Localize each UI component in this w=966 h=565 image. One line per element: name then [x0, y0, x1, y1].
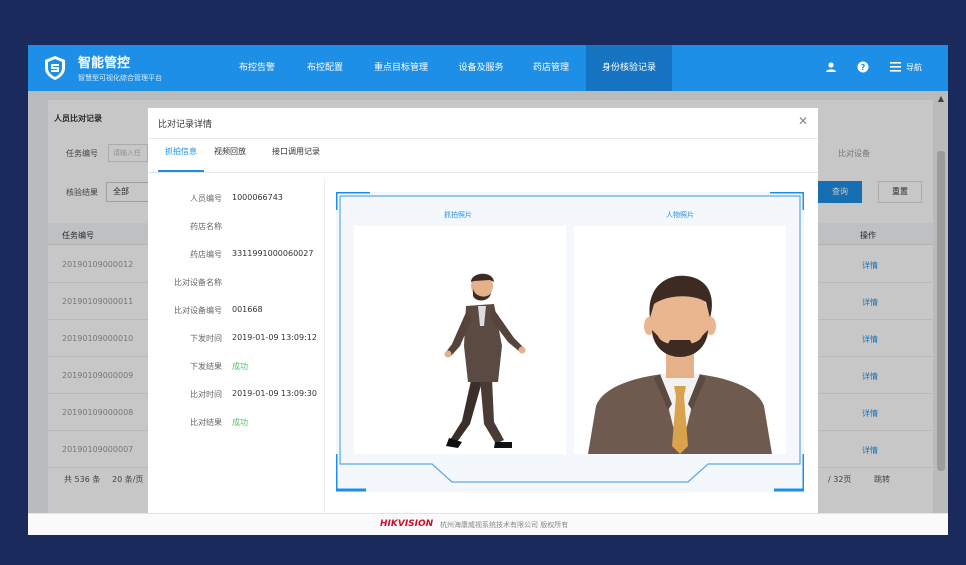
nav-item-alarm[interactable]: 布控告警: [226, 45, 288, 91]
modal-divider: [148, 138, 818, 139]
compare-time-value: 2019-01-09 13:09:30: [232, 389, 317, 398]
issue-time-value: 2019-01-09 13:09:12: [232, 333, 317, 342]
person-photo-caption: 人物照片: [666, 211, 694, 219]
record-detail-modal: 比对记录详情 ✕ 抓拍信息 视频回放 接口调用记录 人员编号 100006674…: [148, 108, 818, 513]
field-label: 比对设备名称: [174, 278, 222, 287]
field-label: 下发时间: [190, 334, 222, 343]
nav-item-target-management[interactable]: 重点目标管理: [360, 45, 442, 91]
person-id-value: 1000066743: [232, 193, 283, 202]
nav-item-identity-records[interactable]: 身份核验记录: [586, 45, 672, 91]
close-icon[interactable]: ✕: [798, 114, 808, 128]
footer-copyright: 杭州海康威视系统技术有限公司 版权所有: [440, 521, 569, 529]
compare-result-value: 成功: [232, 418, 248, 427]
pharmacy-id-value: 3311991000060027: [232, 249, 314, 258]
device-id-value: 001668: [232, 305, 263, 314]
field-label: 药店编号: [190, 250, 222, 259]
app-subtitle: 智慧型可视化综合管理平台: [78, 74, 162, 82]
footer-brand-logo: HIKVISION: [380, 519, 434, 529]
shield-logo-icon: [45, 56, 65, 80]
field-label: 药店名称: [190, 222, 222, 231]
field-label: 比对时间: [190, 390, 222, 399]
app-window: 智能管控 智慧型可视化综合管理平台 布控告警 布控配置 重点目标管理 设备及服务…: [28, 45, 948, 535]
app-title: 智能管控: [78, 56, 131, 71]
photo-comparison-frame: 抓拍照片 人物照片: [336, 192, 804, 492]
portrait-man-image: [574, 226, 786, 454]
capture-photo-caption: 抓拍照片: [444, 211, 472, 219]
footer: HIKVISION 杭州海康威视系统技术有限公司 版权所有: [28, 513, 948, 535]
svg-text:?: ?: [861, 63, 866, 72]
tab-capture-info[interactable]: 抓拍信息: [158, 146, 204, 172]
top-nav-bar: 智能管控 智慧型可视化综合管理平台 布控告警 布控配置 重点目标管理 设备及服务…: [28, 45, 948, 91]
tab-api-log[interactable]: 接口调用记录: [272, 146, 320, 172]
modal-title: 比对记录详情: [158, 120, 213, 130]
issue-result-value: 成功: [232, 362, 248, 371]
nav-item-devices-services[interactable]: 设备及服务: [446, 45, 516, 91]
user-icon[interactable]: [825, 61, 837, 73]
tab-video-playback[interactable]: 视频回放: [214, 146, 246, 172]
walking-man-image: [354, 226, 566, 454]
info-divider: [324, 178, 325, 513]
tab-divider: [148, 172, 818, 173]
field-label: 下发结果: [190, 362, 222, 371]
menu-icon[interactable]: [890, 62, 901, 72]
field-label: 比对设备编号: [174, 306, 222, 315]
nav-guide-label[interactable]: 导航: [906, 62, 922, 73]
field-label: 比对结果: [190, 418, 222, 427]
field-label: 人员编号: [190, 194, 222, 203]
capture-photo[interactable]: [354, 226, 566, 454]
person-photo[interactable]: [574, 226, 786, 454]
help-icon[interactable]: ?: [857, 61, 869, 73]
nav-item-control-config[interactable]: 布控配置: [294, 45, 356, 91]
nav-item-pharmacy-management[interactable]: 药店管理: [520, 45, 582, 91]
